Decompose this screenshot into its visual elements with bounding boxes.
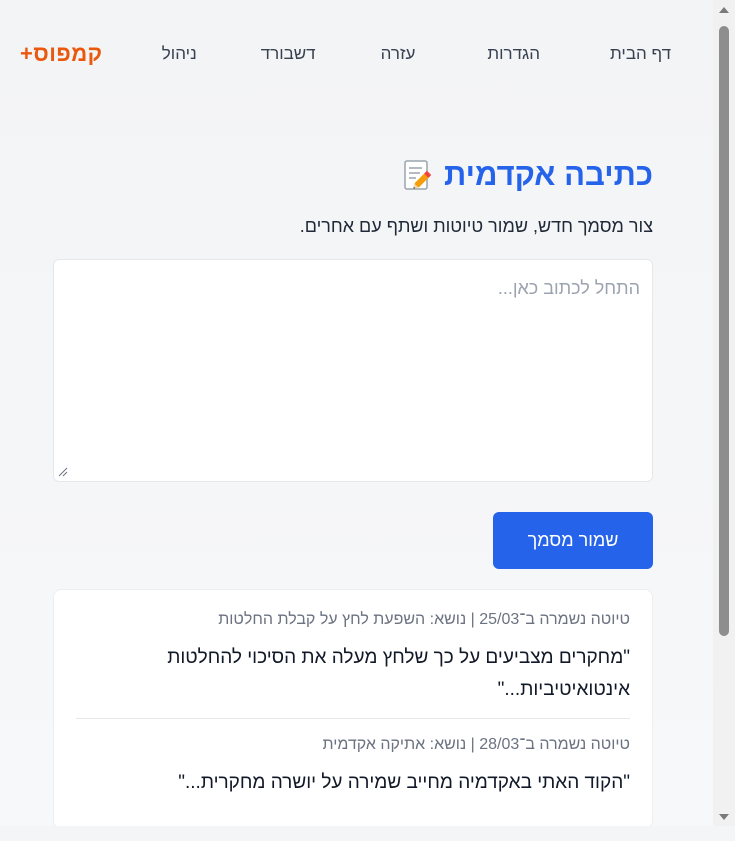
memo-icon bbox=[400, 158, 434, 192]
draft-excerpt: "מחקרים מצביעים על כך שלחץ מעלה את הסיכו… bbox=[167, 647, 630, 700]
document-editor-input[interactable] bbox=[54, 260, 652, 481]
scrollbar-thumb[interactable] bbox=[719, 26, 729, 636]
app-logo[interactable]: קמפוס+ bbox=[20, 41, 103, 67]
nav-help-link[interactable]: עזרה bbox=[381, 44, 416, 64]
draft-meta: טיוטה נשמרה ב־25/03 | נושא: השפעת לחץ על… bbox=[218, 611, 630, 628]
saved-drafts-list: טיוטה נשמרה ב־25/03 | נושא: השפעת לחץ על… bbox=[53, 589, 653, 829]
page-title: כתיבה אקדמית bbox=[444, 157, 653, 192]
nav-admin-link[interactable]: ניהול bbox=[162, 44, 197, 64]
draft-item[interactable]: טיוטה נשמרה ב־25/03 | נושא: השפעת לחץ על… bbox=[76, 608, 630, 718]
draft-meta: טיוטה נשמרה ב־28/03 | נושא: אתיקה אקדמית bbox=[322, 736, 630, 753]
save-document-button[interactable]: שמור מסמך bbox=[493, 512, 653, 569]
nav-home-link[interactable]: דף הבית bbox=[610, 44, 671, 64]
main-nav: דף הבית הגדרות עזרה דשבורד ניהול bbox=[162, 44, 671, 64]
top-navbar: דף הבית הגדרות עזרה דשבורד ניהול קמפוס+ bbox=[20, 34, 671, 74]
page-subtitle: צור מסמך חדש, שמור טיוטות ושתף עם אחרים. bbox=[299, 216, 653, 236]
page-viewport: דף הבית הגדרות עזרה דשבורד ניהול קמפוס+ … bbox=[0, 0, 735, 841]
vertical-scrollbar[interactable] bbox=[713, 0, 735, 826]
nav-settings-link[interactable]: הגדרות bbox=[487, 44, 540, 64]
title-row: כתיבה אקדמית bbox=[53, 150, 653, 200]
editor-container bbox=[53, 259, 653, 482]
resize-handle-icon[interactable] bbox=[58, 467, 68, 477]
nav-dashboard-link[interactable]: דשבורד bbox=[261, 44, 316, 64]
draft-excerpt: "הקוד האתי באקדמיה מחייב שמירה על יושרה … bbox=[178, 772, 630, 793]
scroll-up-arrow-icon[interactable] bbox=[719, 7, 729, 13]
main-content: כתיבה אקדמית צור מסמך חדש, שמור טיוטות ו… bbox=[53, 150, 653, 829]
bottom-gutter bbox=[0, 826, 735, 841]
scroll-down-arrow-icon[interactable] bbox=[719, 814, 729, 820]
draft-item[interactable]: טיוטה נשמרה ב־28/03 | נושא: אתיקה אקדמית… bbox=[76, 718, 630, 811]
